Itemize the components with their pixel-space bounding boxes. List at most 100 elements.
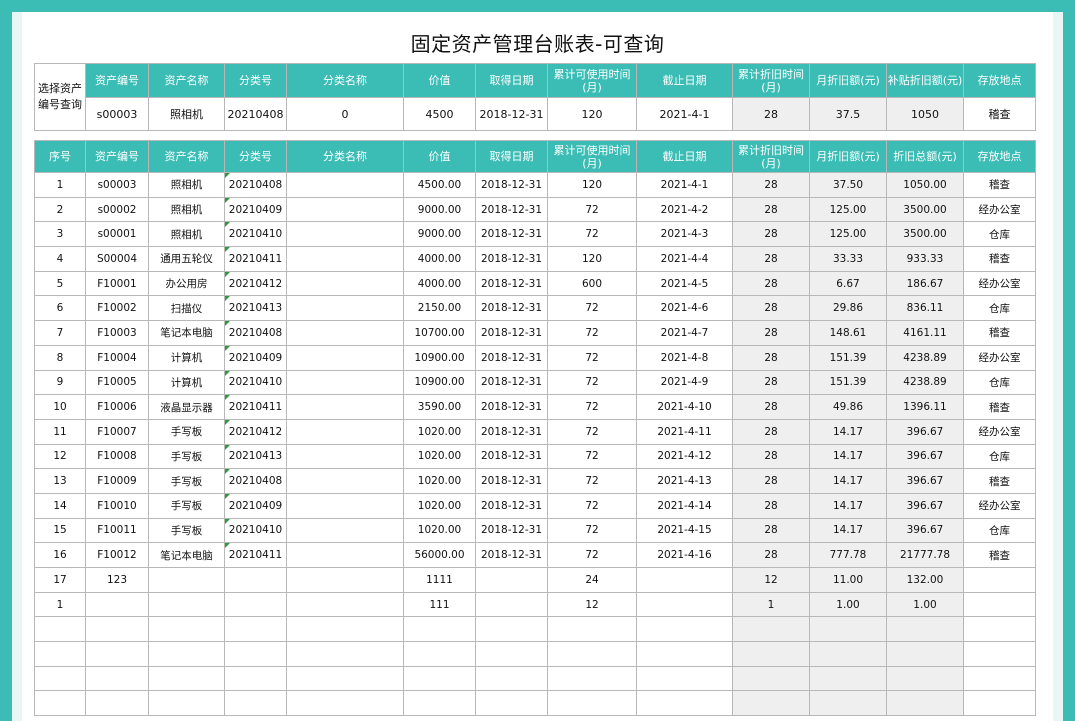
table-cell[interactable]: 125.00 <box>809 221 887 248</box>
table-cell[interactable] <box>403 641 476 667</box>
table-cell[interactable] <box>286 320 404 346</box>
table-cell[interactable]: F10007 <box>85 418 149 445</box>
table-cell[interactable] <box>636 665 733 692</box>
table-cell[interactable]: 120 <box>547 246 637 272</box>
table-cell[interactable]: 72 <box>547 542 637 568</box>
table-cell[interactable]: 20210411 <box>224 246 287 272</box>
table-cell[interactable]: s00001 <box>85 221 149 248</box>
table-cell[interactable]: 28 <box>732 246 810 272</box>
table-cell[interactable]: 2021-4-14 <box>636 492 733 519</box>
table-cell[interactable]: F10010 <box>85 492 149 519</box>
table-cell[interactable] <box>732 641 810 667</box>
table-cell[interactable] <box>809 665 887 692</box>
table-cell[interactable]: 28 <box>732 295 810 322</box>
table-cell[interactable]: 2021-4-4 <box>636 246 733 272</box>
table-cell[interactable] <box>286 468 404 494</box>
table-cell[interactable]: 28 <box>732 542 810 568</box>
table-cell[interactable]: 20210408 <box>224 172 287 198</box>
table-cell[interactable]: 2021-4-10 <box>636 394 733 420</box>
table-cell[interactable]: 28 <box>732 172 810 198</box>
table-cell[interactable] <box>636 567 733 593</box>
table-cell[interactable]: 1 <box>34 591 86 618</box>
table-cell[interactable]: 20210408 <box>224 320 287 346</box>
table-cell[interactable]: 14.17 <box>809 418 887 445</box>
table-cell[interactable]: 2021-4-15 <box>636 517 733 544</box>
table-cell[interactable] <box>547 665 637 692</box>
table-cell[interactable]: 29.86 <box>809 295 887 322</box>
table-cell[interactable] <box>286 665 404 692</box>
table-cell[interactable]: 4238.89 <box>886 344 964 371</box>
table-cell[interactable]: 液晶显示器 <box>148 394 225 420</box>
table-cell[interactable] <box>286 517 404 544</box>
table-cell[interactable] <box>286 690 404 717</box>
table-cell[interactable] <box>286 246 404 272</box>
table-cell[interactable]: 72 <box>547 468 637 494</box>
table-cell[interactable] <box>85 591 149 618</box>
table-cell[interactable]: 20210413 <box>224 295 287 322</box>
table-cell[interactable]: 仓库 <box>963 443 1036 470</box>
table-cell[interactable] <box>547 616 637 643</box>
table-cell[interactable] <box>475 641 548 667</box>
table-cell[interactable]: 稽查 <box>963 468 1036 494</box>
table-cell[interactable] <box>286 641 404 667</box>
table-cell[interactable]: 经办公室 <box>963 344 1036 371</box>
table-cell[interactable]: 15 <box>34 517 86 544</box>
table-cell[interactable]: 20210410 <box>224 221 287 248</box>
table-cell[interactable]: 2018-12-31 <box>475 468 548 494</box>
table-cell[interactable]: 9000.00 <box>403 221 476 248</box>
table-cell[interactable] <box>547 641 637 667</box>
table-cell[interactable]: 600 <box>547 270 637 297</box>
table-cell[interactable]: 2018-12-31 <box>475 196 548 223</box>
table-cell[interactable]: 20210409 <box>224 344 287 371</box>
table-cell[interactable]: 2018-12-31 <box>475 394 548 420</box>
table-cell[interactable]: 1020.00 <box>403 517 476 544</box>
table-cell[interactable]: 151.39 <box>809 369 887 396</box>
table-cell[interactable]: 2021-4-13 <box>636 468 733 494</box>
table-cell[interactable]: 72 <box>547 369 637 396</box>
table-cell[interactable]: s00003 <box>85 172 149 198</box>
table-cell[interactable] <box>286 394 404 420</box>
table-cell[interactable] <box>475 665 548 692</box>
table-cell[interactable]: 经办公室 <box>963 418 1036 445</box>
table-cell[interactable]: 仓库 <box>963 221 1036 248</box>
table-cell[interactable]: 计算机 <box>148 344 225 371</box>
table-cell[interactable]: s00002 <box>85 196 149 223</box>
table-cell[interactable]: 72 <box>547 418 637 445</box>
table-cell[interactable]: 仓库 <box>963 517 1036 544</box>
table-cell[interactable]: F10002 <box>85 295 149 322</box>
table-cell[interactable]: 20210409 <box>224 196 287 223</box>
table-cell[interactable]: 14 <box>34 492 86 519</box>
table-cell[interactable] <box>148 690 225 717</box>
table-cell[interactable]: F10011 <box>85 517 149 544</box>
table-cell[interactable]: 扫描仪 <box>148 295 225 322</box>
table-cell[interactable]: 28 <box>732 196 810 223</box>
table-cell[interactable]: 1111 <box>403 567 476 593</box>
table-cell[interactable] <box>732 665 810 692</box>
table-cell[interactable]: 1020.00 <box>403 492 476 519</box>
table-cell[interactable]: 稽查 <box>963 542 1036 568</box>
table-cell[interactable] <box>224 641 287 667</box>
table-cell[interactable] <box>286 567 404 593</box>
table-cell[interactable] <box>886 616 964 643</box>
table-cell[interactable]: 2150.00 <box>403 295 476 322</box>
table-cell[interactable] <box>286 295 404 322</box>
table-cell[interactable] <box>475 567 548 593</box>
table-cell[interactable] <box>148 665 225 692</box>
table-cell[interactable]: 2021-4-9 <box>636 369 733 396</box>
table-cell[interactable]: 经办公室 <box>963 196 1036 223</box>
table-cell[interactable] <box>224 616 287 643</box>
table-cell[interactable]: 手写板 <box>148 468 225 494</box>
table-cell[interactable]: 14.17 <box>809 443 887 470</box>
table-cell[interactable]: 72 <box>547 492 637 519</box>
table-cell[interactable] <box>403 616 476 643</box>
table-cell[interactable]: 办公用房 <box>148 270 225 297</box>
table-cell[interactable]: 396.67 <box>886 492 964 519</box>
table-cell[interactable]: 稽查 <box>963 246 1036 272</box>
table-cell[interactable]: 6 <box>34 295 86 322</box>
table-cell[interactable]: 3500.00 <box>886 221 964 248</box>
table-cell[interactable] <box>732 690 810 717</box>
table-cell[interactable]: 2021-4-16 <box>636 542 733 568</box>
table-cell[interactable]: F10009 <box>85 468 149 494</box>
table-cell[interactable]: 125.00 <box>809 196 887 223</box>
table-cell[interactable]: 17 <box>34 567 86 593</box>
